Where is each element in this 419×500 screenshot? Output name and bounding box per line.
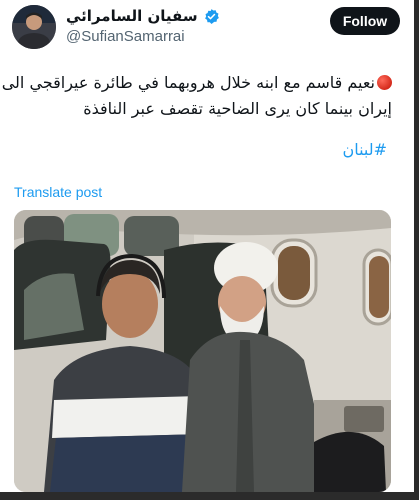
tweet-text-line-1: نعيم قاسم مع ابنه خلال هروبهما في طائرة … (2, 70, 392, 96)
author-handle[interactable]: @SufianSamarrai (66, 28, 266, 45)
follow-button[interactable]: Follow (330, 7, 400, 35)
airplane-cabin-photo (14, 210, 391, 492)
author-display-name[interactable]: سفيان السامرائي (66, 7, 266, 25)
red-circle-emoji (377, 75, 392, 90)
tweet-text-line-1-text: نعيم قاسم مع ابنه خلال هروبهما في طائرة … (1, 73, 375, 92)
display-name-text: سفيان السامرائي (66, 7, 198, 25)
translate-post-link[interactable]: Translate post (14, 184, 102, 200)
hashtag-link[interactable]: #لبنان (342, 140, 387, 159)
author-info: سفيان السامرائي @SufianSamarrai (66, 7, 266, 45)
tweet-text: نعيم قاسم مع ابنه خلال هروبهما في طائرة … (2, 70, 392, 122)
avatar[interactable] (12, 5, 56, 49)
avatar-image (12, 5, 56, 49)
tweet-text-line-2: إيران بينما كان يرى الضاحية تقصف عبر الن… (83, 99, 392, 118)
tweet-card: سفيان السامرائي @SufianSamarrai Follow ن… (0, 0, 419, 500)
verified-badge-icon (204, 8, 219, 24)
tweet-header: سفيان السامرائي @SufianSamarrai Follow (12, 5, 402, 51)
tweet-photo[interactable] (14, 210, 391, 492)
